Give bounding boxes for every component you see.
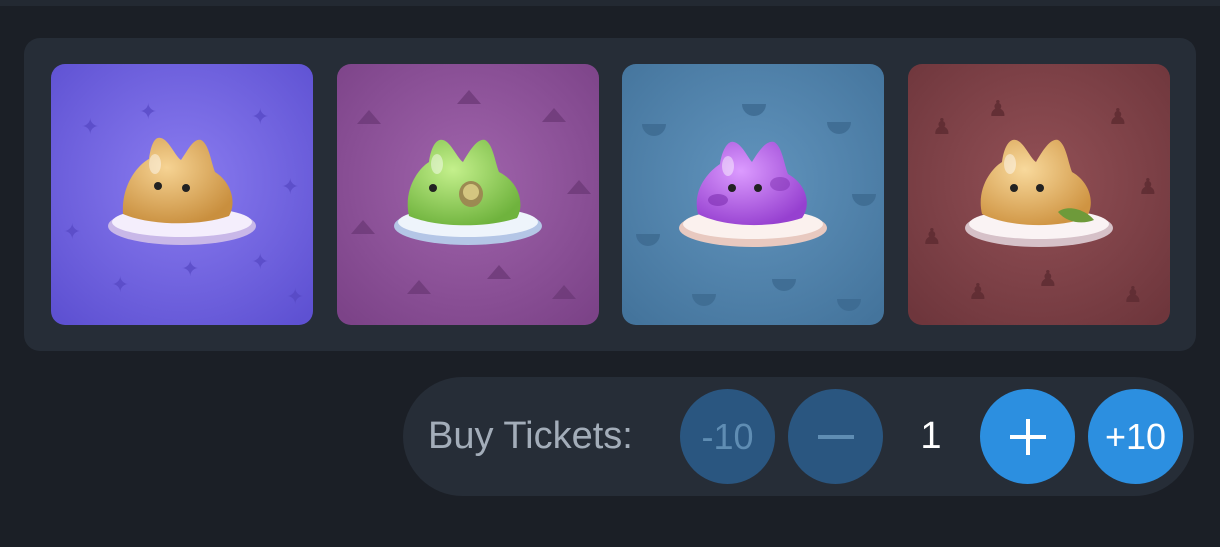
svg-text:✦: ✦: [251, 105, 269, 130]
jelly-cat-icon: ♟ ♟ ♟ ♟ ♟ ♟ ♟ ♟: [908, 64, 1170, 325]
svg-text:♟: ♟: [1138, 175, 1158, 200]
svg-text:♟: ♟: [932, 115, 952, 140]
svg-text:♟: ♟: [1108, 105, 1128, 130]
svg-text:♟: ♟: [922, 225, 942, 250]
nft-gallery: ✦ ✦ ✦ ✦ ✦ ✦ ✦ ✦ ✦ ♟ ♟ ♟ ♟ ♟ ♟ ♟ ♟: [24, 38, 1196, 351]
increment-button[interactable]: [980, 389, 1075, 484]
jelly-cat-icon: [337, 64, 599, 325]
buy-tickets-label: Buy Tickets:: [428, 415, 633, 457]
minus-ten-button[interactable]: -10: [680, 389, 775, 484]
svg-text:✦: ✦: [251, 250, 269, 275]
decrement-button[interactable]: [788, 389, 883, 484]
svg-text:♟: ♟: [1123, 283, 1143, 308]
nft-card-sparkle-jelly[interactable]: ✦ ✦ ✦ ✦ ✦ ✦ ✦ ✦ ✦: [51, 64, 313, 325]
nft-card-watermelon-jelly[interactable]: [622, 64, 884, 325]
svg-text:✦: ✦: [286, 285, 304, 310]
minus-icon: [817, 434, 854, 439]
ticket-quantity: 1: [920, 415, 942, 457]
plus-ten-button[interactable]: +10: [1088, 389, 1183, 484]
plus-icon: [1009, 418, 1046, 455]
svg-text:✦: ✦: [139, 100, 157, 125]
svg-text:♟: ♟: [968, 280, 988, 305]
nft-card-cheese-jelly[interactable]: [337, 64, 599, 325]
jelly-cat-icon: ✦ ✦ ✦ ✦ ✦ ✦ ✦ ✦ ✦: [51, 64, 313, 325]
buy-tickets-bar: Buy Tickets: -10 1 +10: [403, 377, 1194, 496]
nft-card-gingerbread-jelly[interactable]: ♟ ♟ ♟ ♟ ♟ ♟ ♟ ♟: [908, 64, 1170, 325]
svg-text:✦: ✦: [181, 257, 199, 282]
svg-text:✦: ✦: [281, 175, 299, 200]
svg-text:✦: ✦: [63, 220, 81, 245]
svg-text:✦: ✦: [81, 115, 99, 140]
svg-text:♟: ♟: [1038, 267, 1058, 292]
jelly-cat-icon: [622, 64, 884, 325]
svg-text:♟: ♟: [988, 97, 1008, 122]
svg-text:✦: ✦: [111, 273, 129, 298]
top-strip: [0, 0, 1220, 6]
